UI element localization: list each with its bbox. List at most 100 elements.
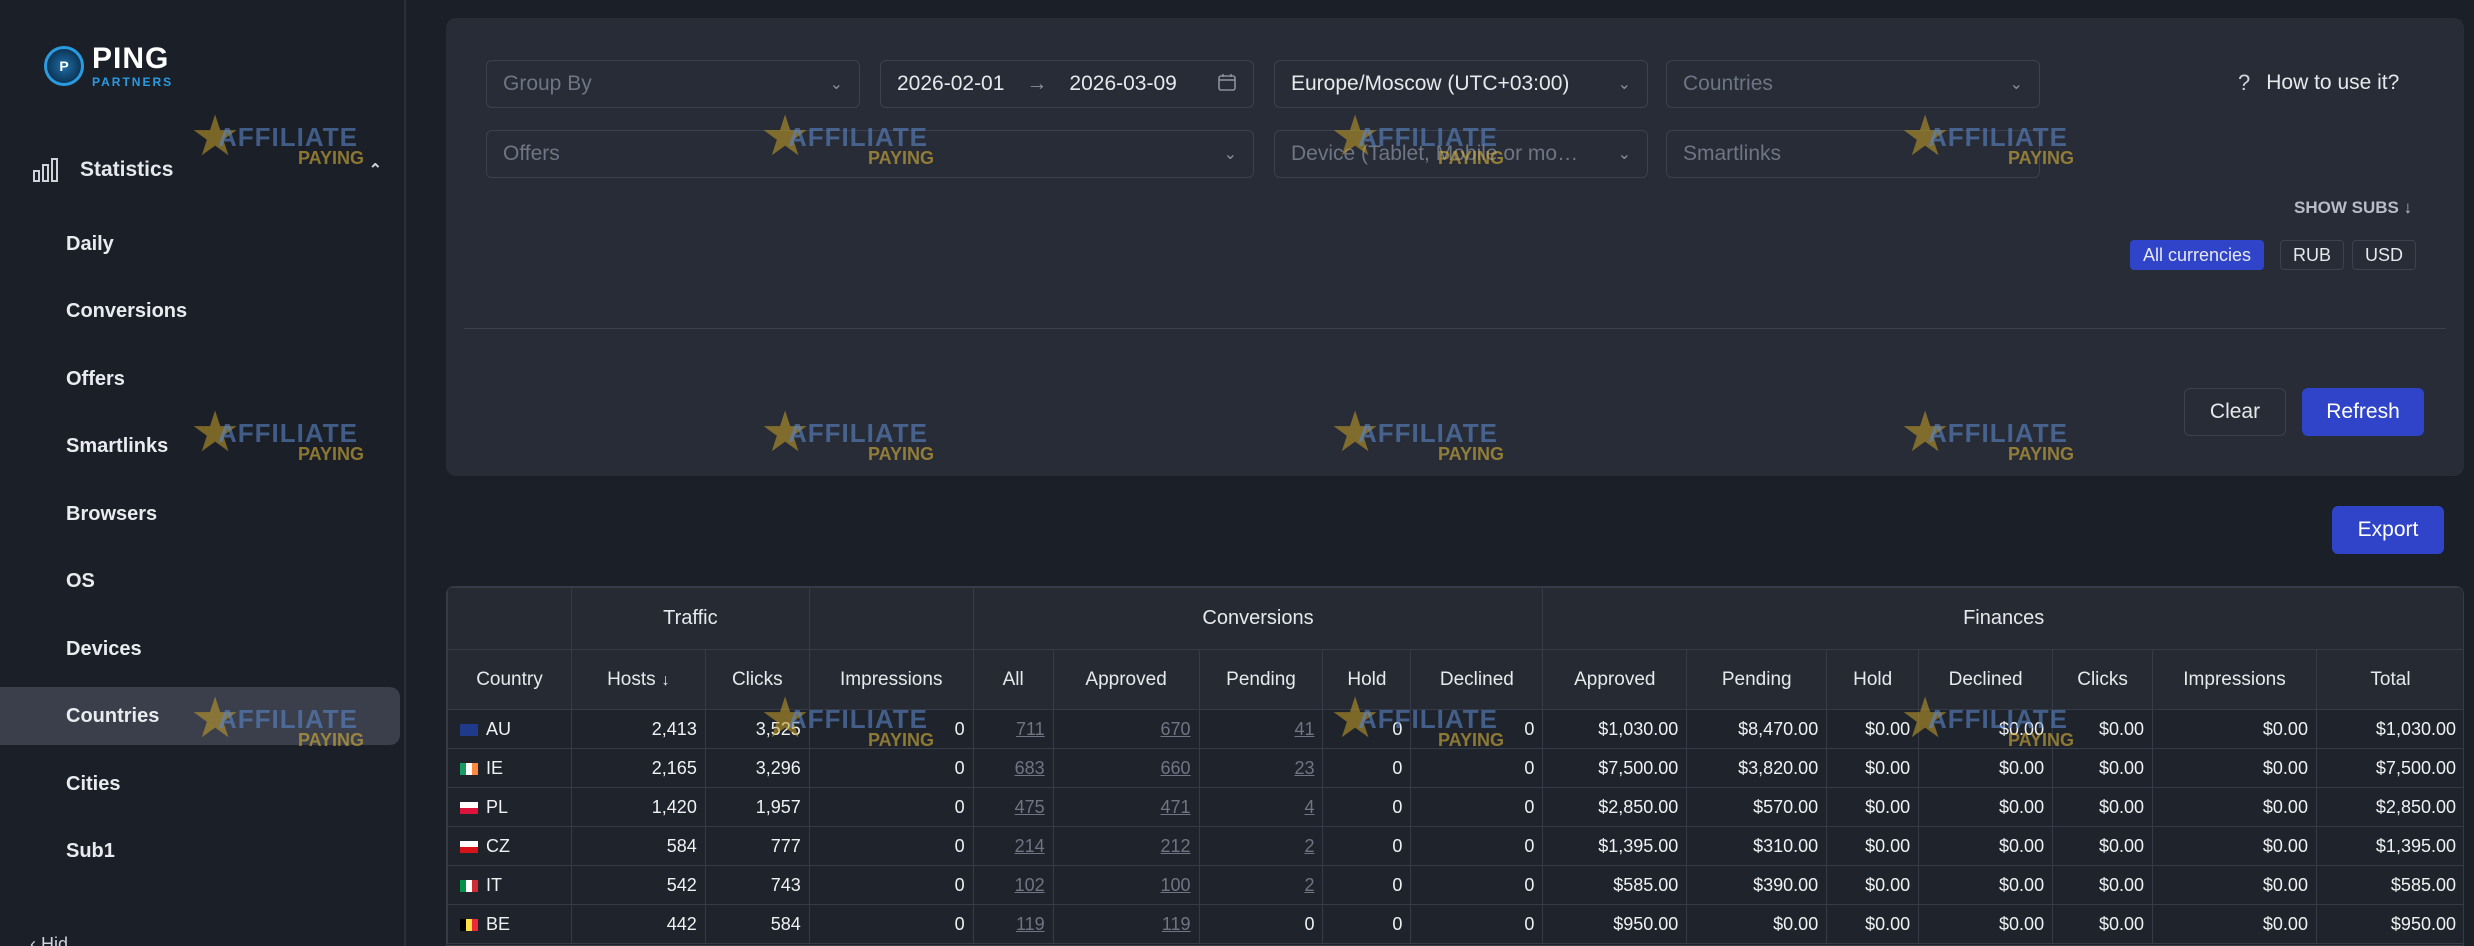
date-range-picker[interactable]: 2026-02-01 → 2026-03-09	[880, 60, 1254, 108]
column-header-label: Pending	[1721, 668, 1792, 690]
column-header-hosts[interactable]: Hosts ↓	[570, 649, 706, 710]
table-cell[interactable]: 119	[1052, 904, 1200, 944]
sidebar-item-browsers[interactable]: Browsers	[0, 485, 400, 543]
column-header-label: Impressions	[2183, 668, 2286, 690]
table-cell: 542	[570, 865, 706, 905]
table-cell: 0	[808, 787, 974, 827]
column-header-country[interactable]: Country	[447, 649, 572, 710]
countries-select[interactable]: Countries ⌄	[1666, 60, 2040, 108]
table-cell[interactable]: 670	[1052, 709, 1200, 749]
table-cell[interactable]: 683	[972, 748, 1054, 788]
column-header-approved[interactable]: Approved	[1542, 649, 1688, 710]
show-subs-toggle[interactable]: SHOW SUBS ↓	[2294, 198, 2412, 218]
column-header-clicks[interactable]: Clicks	[704, 649, 810, 710]
column-header-total[interactable]: Total	[2315, 649, 2463, 710]
clear-button[interactable]: Clear	[2184, 388, 2286, 436]
table-cell[interactable]: 212	[1052, 826, 1200, 866]
table-cell[interactable]: 214	[972, 826, 1054, 866]
logo-icon: P	[44, 46, 84, 86]
devices-select[interactable]: Device (Tablet, Mobile or mo… ⌄	[1274, 130, 1648, 178]
currency-all[interactable]: All currencies	[2130, 240, 2265, 270]
sidebar-item-label: Smartlinks	[66, 434, 169, 457]
sidebar-item-conversions[interactable]: Conversions	[0, 282, 400, 340]
column-header-all[interactable]: All	[972, 649, 1054, 710]
sidebar: P PING PARTNERS Statistics ⌃ Daily Conver…	[0, 0, 406, 946]
table-cell: $0.00	[2052, 709, 2154, 749]
column-header-label: Hold	[1347, 668, 1387, 690]
group-by-placeholder: Group By	[503, 72, 592, 95]
table-cell[interactable]: 41	[1198, 709, 1324, 749]
brand-logo[interactable]: P PING PARTNERS	[44, 44, 173, 88]
table-cell[interactable]: 119	[972, 904, 1054, 944]
table-cell[interactable]: 660	[1052, 748, 1200, 788]
timezone-select[interactable]: Europe/Moscow (UTC+03:00) ⌄	[1274, 60, 1648, 108]
table-cell[interactable]: 4	[1198, 787, 1324, 827]
table-cell: $8,470.00	[1686, 709, 1828, 749]
column-header-hold[interactable]: Hold	[1826, 649, 1920, 710]
how-to-use-link[interactable]: ? How to use it?	[2238, 70, 2399, 96]
table-cell: 0	[808, 865, 974, 905]
column-header-approved[interactable]: Approved	[1052, 649, 1200, 710]
table-cell[interactable]: 100	[1052, 865, 1200, 905]
sidebar-item-countries[interactable]: Countries	[0, 687, 400, 745]
arrow-down-icon: ↓	[2403, 198, 2413, 217]
column-header-hold[interactable]: Hold	[1322, 649, 1412, 710]
export-button[interactable]: Export	[2332, 506, 2444, 554]
how-to-use-label: How to use it?	[2266, 71, 2400, 94]
table-cell[interactable]: 475	[972, 787, 1054, 827]
sidebar-item-devices[interactable]: Devices	[0, 620, 400, 678]
country-code: AU	[486, 718, 512, 739]
table-cell: $570.00	[1686, 787, 1828, 827]
sidebar-item-smartlinks[interactable]: Smartlinks	[0, 417, 400, 475]
sidebar-item-sub1[interactable]: Sub1	[0, 822, 400, 880]
table-cell[interactable]: 23	[1198, 748, 1324, 788]
table-cell: 1,957	[704, 787, 810, 827]
table-cell: 3,525	[704, 709, 810, 749]
column-header-label: Declined	[1439, 668, 1514, 690]
column-header-label: Total	[2370, 668, 2411, 690]
currency-rub[interactable]: RUB	[2280, 240, 2345, 270]
column-header-impressions[interactable]: Impressions	[808, 649, 974, 710]
sidebar-item-offers[interactable]: Offers	[0, 350, 400, 408]
column-header-impressions[interactable]: Impressions	[2152, 649, 2317, 710]
column-header-declined[interactable]: Declined	[1918, 649, 2054, 710]
table-cell: $0.00	[2152, 787, 2317, 827]
table-cell[interactable]: 2	[1198, 865, 1324, 905]
sidebar-item-cities[interactable]: Cities	[0, 755, 400, 813]
countries-table: Traffic Conversions Finances Country Hosts ↓…	[446, 586, 2464, 946]
table-cell[interactable]: 471	[1052, 787, 1200, 827]
date-from: 2026-02-01	[897, 72, 1005, 95]
table-cell: 0	[1322, 787, 1412, 827]
table-cell: 2,413	[570, 709, 706, 749]
offers-select[interactable]: Offers ⌄	[486, 130, 1254, 178]
table-cell: $0.00	[2052, 904, 2154, 944]
sidebar-item-daily[interactable]: Daily	[0, 215, 400, 273]
statistics-section-toggle[interactable]: Statistics ⌃	[32, 150, 382, 190]
table-cell[interactable]: 102	[972, 865, 1054, 905]
column-header-pending[interactable]: Pending	[1198, 649, 1324, 710]
currency-usd[interactable]: USD	[2352, 240, 2417, 270]
column-header-declined[interactable]: Declined	[1410, 649, 1544, 710]
group-by-select[interactable]: Group By ⌄	[486, 60, 860, 108]
column-header-clicks[interactable]: Clicks	[2052, 649, 2154, 710]
logo-subtitle: PARTNERS	[92, 75, 174, 89]
column-header-pending[interactable]: Pending	[1686, 649, 1828, 710]
devices-placeholder: Device (Tablet, Mobile or mo…	[1291, 142, 1579, 165]
table-cell: $0.00	[2152, 826, 2317, 866]
table-row: IE 2,165 3,296 0 683 660 23 0 0 $7,500.00 $3,820.0…	[447, 748, 2463, 788]
arrow-right-icon: →	[1026, 72, 1048, 95]
refresh-button[interactable]: Refresh	[2302, 388, 2424, 436]
table-cell: $0.00	[1826, 826, 1920, 866]
smartlinks-select[interactable]: Smartlinks	[1666, 130, 2040, 178]
table-cell[interactable]: 711	[972, 709, 1054, 749]
sidebar-item-hide[interactable]: ‹ Hid	[30, 934, 68, 946]
flag-it-icon	[460, 879, 478, 892]
table-cell: $0.00	[1918, 904, 2054, 944]
table-cell: 0	[1410, 826, 1544, 866]
country-code: PL	[486, 796, 509, 817]
sidebar-item-os[interactable]: OS	[0, 552, 400, 610]
flag-au-icon	[460, 723, 478, 736]
table-cell: 0	[1410, 865, 1544, 905]
table-cell[interactable]: 2	[1198, 826, 1324, 866]
show-subs-label: SHOW SUBS	[2294, 198, 2399, 217]
